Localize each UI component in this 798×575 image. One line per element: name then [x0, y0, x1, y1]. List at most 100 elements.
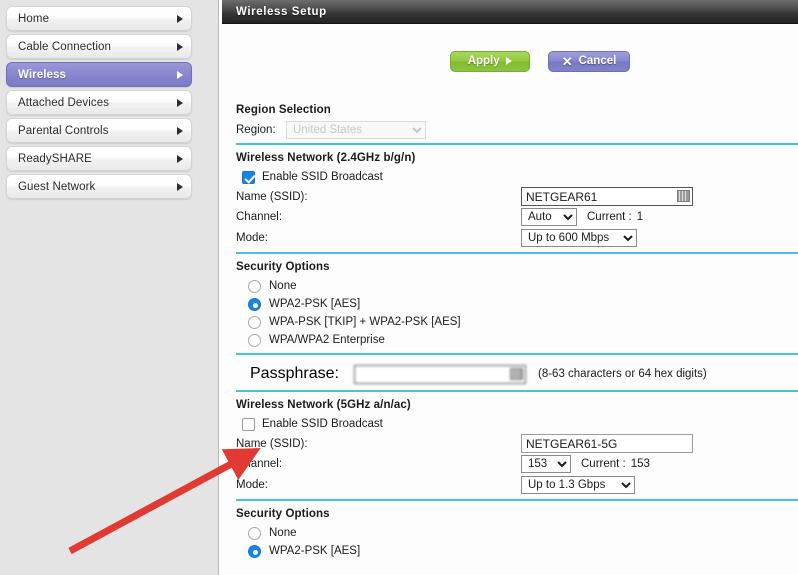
sidebar-item-readyshare[interactable]: ReadySHARE	[6, 146, 192, 171]
security24-option-label: WPA-PSK [TKIP] + WPA2-PSK [AES]	[269, 316, 461, 328]
sidebar-item-cable-connection[interactable]: Cable Connection	[6, 34, 192, 59]
radio-icon[interactable]	[248, 544, 261, 558]
security24-option-label: None	[269, 280, 297, 292]
chevron-right-icon	[177, 42, 183, 51]
action-buttons: Apply ✕ Cancel	[222, 24, 798, 98]
wifi5-ssid-row: Name (SSID):	[236, 434, 798, 453]
sidebar-item-attached-devices[interactable]: Attached Devices	[6, 90, 192, 115]
wifi24-mode-select[interactable]: Up to 600 Mbps	[521, 228, 637, 247]
sidebar-item-label: Wireless	[18, 68, 67, 81]
wifi5-ssid-input[interactable]	[522, 435, 692, 452]
wireless-24ghz-section: Wireless Network (2.4GHz b/g/n) Enable S…	[222, 152, 798, 254]
panel-body: Apply ✕ Cancel Region Selection Region: …	[222, 24, 798, 575]
region-select[interactable]: United States	[286, 120, 426, 139]
apply-label: Apply	[467, 55, 500, 67]
security5-section-title: Security Options	[236, 508, 330, 520]
wifi24-channel-select[interactable]: Auto	[521, 207, 577, 226]
sidebar-item-wireless[interactable]: Wireless	[6, 62, 192, 87]
wifi24-channel-label: Channel:	[236, 210, 283, 223]
sidebar-item-home[interactable]: Home	[6, 6, 192, 31]
wifi5-ssid-label: Name (SSID):	[236, 437, 308, 450]
security5-option-none[interactable]: None	[236, 524, 798, 542]
wifi24-section-title: Wireless Network (2.4GHz b/g/n)	[236, 152, 416, 164]
security24-option-label: WPA/WPA2 Enterprise	[269, 334, 385, 346]
chevron-right-icon	[177, 182, 183, 191]
region-row: Region: United States	[236, 120, 798, 139]
wifi5-channel-select[interactable]: 153	[521, 454, 571, 473]
radio-icon[interactable]	[248, 526, 261, 540]
wifi5-section-title: Wireless Network (5GHz a/n/ac)	[236, 399, 411, 411]
keyboard-icon[interactable]	[510, 367, 523, 380]
chevron-right-icon	[177, 70, 183, 79]
wifi5-ssid-broadcast-checkbox[interactable]	[242, 417, 255, 431]
passphrase-input[interactable]	[355, 366, 525, 383]
chevron-right-icon	[177, 98, 183, 107]
security24-option-wpa-wpa2-enterprise[interactable]: WPA/WPA2 Enterprise	[236, 331, 798, 349]
radio-icon[interactable]	[248, 297, 261, 311]
section-divider	[236, 353, 798, 355]
passphrase-hint: (8-63 characters or 64 hex digits)	[538, 368, 707, 380]
wifi5-ssid-field-wrap	[521, 434, 693, 453]
wifi5-channel-row: Channel: 153 Current : 153	[236, 453, 798, 474]
security5-option-label: WPA2-PSK [AES]	[269, 545, 361, 557]
wireless-setup-panel: Wireless Setup Apply ✕ Cancel Region Sel…	[222, 0, 798, 575]
keyboard-icon[interactable]	[677, 190, 690, 202]
security24-option-label: WPA2-PSK [AES]	[269, 298, 361, 310]
security24-option-none[interactable]: None	[236, 277, 798, 295]
passphrase-row: Passphrase: (8-63 characters or 64 hex d…	[236, 362, 798, 386]
section-divider	[236, 252, 798, 254]
sidebar-item-parental-controls[interactable]: Parental Controls	[6, 118, 192, 143]
security24-option-wpapsk-tkip-wpa2psk-aes[interactable]: WPA-PSK [TKIP] + WPA2-PSK [AES]	[236, 313, 798, 331]
wifi5-mode-label: Mode:	[236, 478, 268, 491]
radio-icon[interactable]	[248, 279, 261, 293]
wifi24-ssid-field-wrap	[521, 187, 693, 206]
wifi5-mode-select[interactable]: Up to 1.3 Gbps	[521, 475, 635, 494]
region-selection-section: Region Selection Region: United States	[222, 104, 798, 145]
cancel-button[interactable]: ✕ Cancel	[547, 50, 631, 72]
cancel-label: Cancel	[578, 55, 617, 67]
radio-icon[interactable]	[248, 315, 261, 329]
wifi24-channel-row: Channel: Auto Current : 1	[236, 206, 798, 227]
sidebar-item-label: ReadySHARE	[18, 152, 92, 165]
region-section-title: Region Selection	[236, 104, 331, 116]
wifi24-broadcast-row[interactable]: Enable SSID Broadcast	[242, 168, 798, 186]
chevron-right-icon	[177, 154, 183, 163]
sidebar-item-label: Home	[18, 12, 50, 25]
wifi5-broadcast-label: Enable SSID Broadcast	[262, 418, 383, 430]
section-divider	[236, 143, 798, 145]
sidebar-item-label: Cable Connection	[18, 40, 112, 53]
wifi24-mode-row: Mode: Up to 600 Mbps	[236, 227, 798, 248]
security5-option-wpa2psk-aes[interactable]: WPA2-PSK [AES]	[236, 542, 798, 560]
region-label: Region:	[236, 123, 276, 136]
section-divider	[236, 499, 798, 501]
security24-section-title: Security Options	[236, 261, 330, 273]
security-options-24ghz-section: Security Options None WPA2-PSK [AES] WPA…	[222, 261, 798, 392]
chevron-right-icon	[177, 126, 183, 135]
security5-option-label: None	[269, 527, 297, 539]
close-x-icon: ✕	[561, 53, 573, 69]
wireless-5ghz-section: Wireless Network (5GHz a/n/ac) Enable SS…	[222, 399, 798, 501]
wifi24-ssid-row: Name (SSID):	[236, 187, 798, 206]
wifi5-mode-row: Mode: Up to 1.3 Gbps	[236, 474, 798, 495]
radio-icon[interactable]	[248, 333, 261, 347]
apply-button[interactable]: Apply	[449, 50, 530, 72]
security24-option-wpa2psk-aes[interactable]: WPA2-PSK [AES]	[236, 295, 798, 313]
wifi5-current-label: Current :	[581, 457, 626, 470]
wifi24-mode-label: Mode:	[236, 231, 268, 244]
sidebar-item-guest-network[interactable]: Guest Network	[6, 174, 192, 199]
chevron-right-icon	[177, 14, 183, 23]
wifi24-ssid-broadcast-checkbox[interactable]	[242, 170, 255, 184]
wifi5-broadcast-row[interactable]: Enable SSID Broadcast	[242, 415, 798, 433]
page-title: Wireless Setup	[236, 5, 327, 18]
wifi5-current-value: 153	[630, 457, 650, 470]
passphrase-label: Passphrase:	[250, 365, 339, 382]
wifi24-ssid-label: Name (SSID):	[236, 190, 308, 203]
play-arrow-icon	[505, 57, 512, 65]
wifi24-ssid-input[interactable]	[522, 188, 692, 205]
panel-header: Wireless Setup	[222, 0, 798, 24]
security-options-5ghz-section: Security Options None WPA2-PSK [AES]	[222, 508, 798, 560]
wifi24-current-label: Current :	[587, 210, 632, 223]
wifi24-current-value: 1	[636, 210, 644, 223]
sidebar-item-label: Guest Network	[18, 180, 96, 193]
passphrase-field-wrap	[354, 364, 526, 384]
